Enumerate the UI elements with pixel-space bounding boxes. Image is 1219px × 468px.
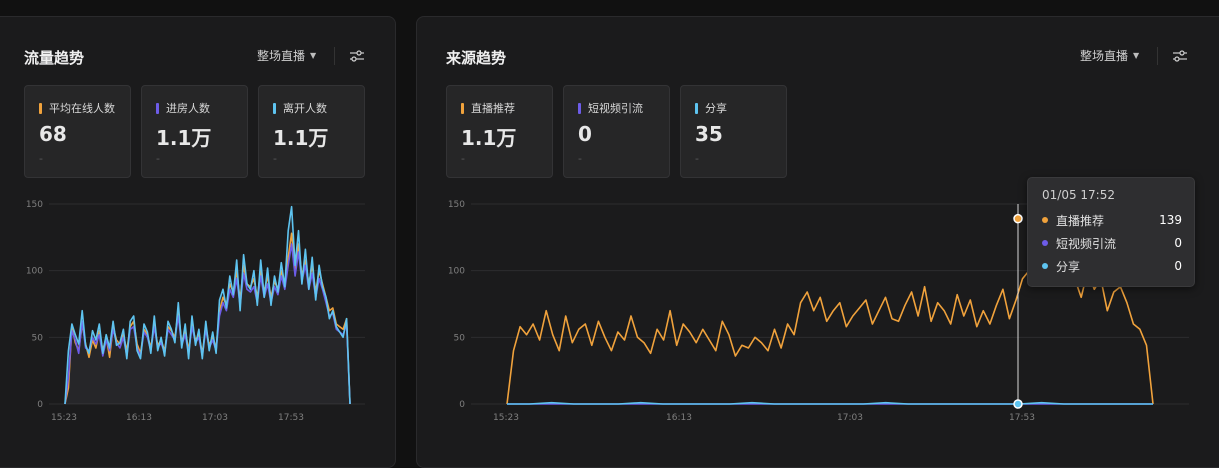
x-tick-label: 17:03 (202, 413, 228, 423)
x-tick-label: 16:13 (126, 413, 152, 423)
tooltip-value: 139 (1159, 213, 1182, 227)
series-dot (1042, 240, 1048, 246)
series-dot (1042, 263, 1048, 269)
source-trend-panel: 来源趋势 整场直播 ▼ 直播推荐 1.1万 - 短视频引流 0 - 分享 35 … (416, 16, 1219, 468)
tooltip-value: 0 (1174, 236, 1182, 250)
y-tick-label: 0 (459, 400, 465, 410)
traffic-trend-panel: 流量趋势 整场直播 ▼ 平均在线人数 68 - 进房人数 1.1万 - 离开人数… (0, 16, 396, 468)
tooltip-label: 短视频引流 (1056, 236, 1117, 251)
y-tick-label: 150 (26, 200, 43, 210)
tooltip-label: 分享 (1056, 259, 1081, 274)
x-tick-label: 17:53 (1009, 413, 1035, 423)
y-tick-label: 150 (448, 200, 465, 210)
chart-tooltip: 01/05 17:52 直播推荐 139 短视频引流 0 分享 0 (1027, 177, 1195, 287)
tooltip-label: 直播推荐 (1056, 213, 1105, 228)
y-tick-label: 100 (448, 267, 465, 277)
x-tick-label: 16:13 (666, 413, 692, 423)
traffic-line-chart[interactable]: 150 100 50 0 15:23 16:13 17:03 17:53 (0, 17, 395, 467)
tooltip-row: 短视频引流 0 (1042, 234, 1182, 252)
tooltip-time: 01/05 17:52 (1042, 188, 1115, 202)
tooltip-row: 直播推荐 139 (1042, 211, 1182, 229)
x-tick-label: 17:03 (837, 413, 863, 423)
hover-point (1013, 399, 1023, 409)
x-tick-label: 15:23 (493, 413, 519, 423)
y-tick-label: 100 (26, 267, 43, 277)
hover-point (1013, 213, 1023, 224)
x-tick-label: 15:23 (51, 413, 77, 423)
tooltip-row: 分享 0 (1042, 257, 1182, 275)
series-line (507, 401, 1153, 405)
series-dot (1042, 217, 1048, 223)
tooltip-value: 0 (1174, 259, 1182, 273)
y-tick-label: 50 (32, 333, 44, 343)
area-fill (65, 206, 350, 404)
y-tick-label: 50 (454, 333, 466, 343)
y-tick-label: 0 (37, 400, 43, 410)
x-tick-label: 17:53 (278, 413, 304, 423)
